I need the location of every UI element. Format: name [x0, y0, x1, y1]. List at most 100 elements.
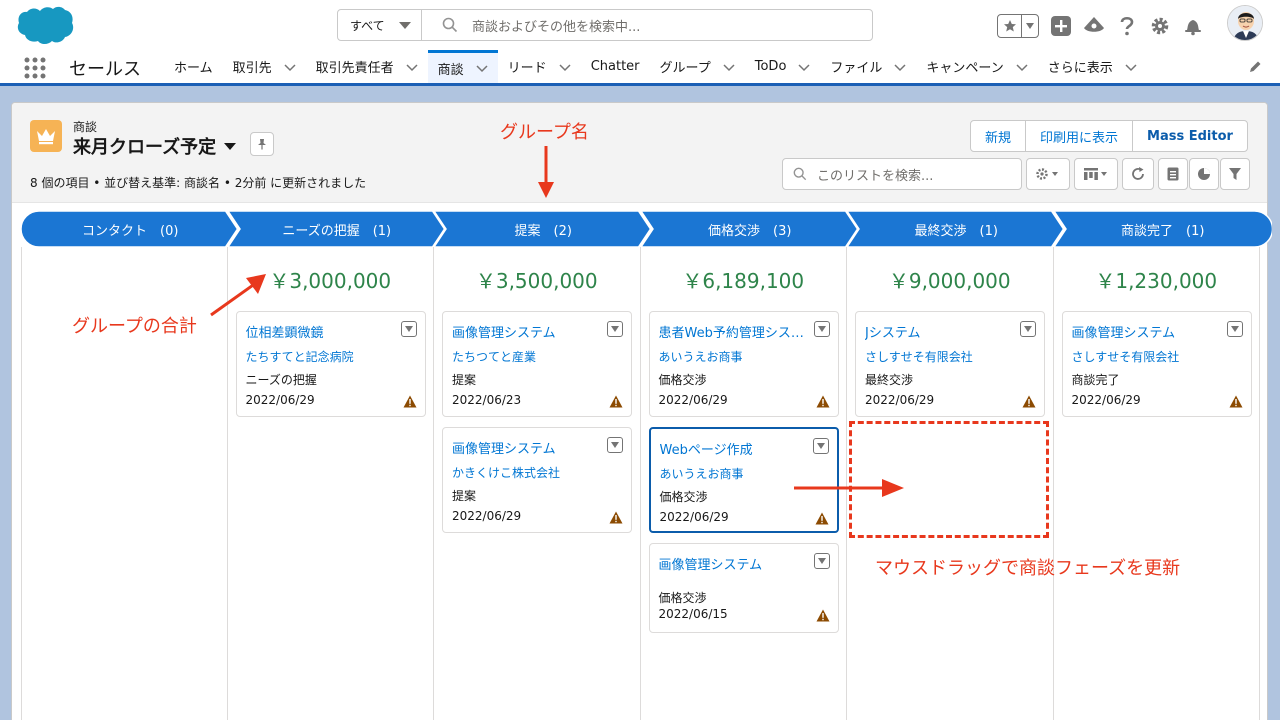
- account-name-link[interactable]: さしすせそ有限会社: [865, 348, 973, 365]
- charts-button[interactable]: [1189, 158, 1219, 190]
- filter-button[interactable]: [1220, 158, 1250, 190]
- opportunity-name-link[interactable]: 画像管理システム: [452, 322, 602, 341]
- chevron-down-icon[interactable]: [1125, 61, 1137, 73]
- card-menu-button[interactable]: [1020, 321, 1036, 337]
- user-avatar[interactable]: [1227, 5, 1263, 41]
- group-total-amount: ￥3,500,000: [475, 269, 598, 293]
- opportunity-card[interactable]: 画像管理システム たちつてと産業 提案 2022/06/23: [442, 311, 632, 417]
- global-search[interactable]: すべて 商談およびその他を検索中...: [337, 9, 873, 41]
- mass-editor-button[interactable]: Mass Editor: [1133, 121, 1247, 151]
- opportunity-name-link[interactable]: 画像管理システム: [1072, 322, 1222, 341]
- notification-bell-icon: [1185, 20, 1201, 36]
- trailhead-button[interactable]: [1083, 15, 1105, 37]
- stage-chevron[interactable]: ニーズの把握 (1): [227, 211, 447, 247]
- account-name-link[interactable]: あいうえお商事: [659, 348, 743, 365]
- nav-tab[interactable]: 取引先: [223, 50, 306, 83]
- search-scope-dropdown[interactable]: すべて: [338, 10, 422, 40]
- card-menu-button[interactable]: [607, 437, 623, 453]
- list-details-button[interactable]: [1158, 158, 1188, 190]
- stage-chevron[interactable]: 価格交渉 (3): [640, 211, 860, 247]
- nav-tab[interactable]: Chatter: [581, 50, 650, 83]
- opportunity-name-link[interactable]: 位相差顕微鏡: [246, 322, 396, 341]
- nav-tab-label: リード: [507, 61, 547, 76]
- chevron-down-icon: [224, 142, 237, 150]
- nav-tab[interactable]: 商談: [427, 50, 498, 83]
- account-name-link[interactable]: たちすてと記念病院: [246, 348, 354, 365]
- nav-tab[interactable]: リード: [498, 50, 581, 83]
- nav-tab[interactable]: ToDo: [745, 50, 821, 83]
- add-icon: [1051, 16, 1071, 36]
- app-launcher-icon[interactable]: [24, 57, 46, 79]
- opportunity-card[interactable]: 位相差顕微鏡 たちすてと記念病院 ニーズの把握 2022/06/29: [235, 311, 426, 417]
- display-as-button[interactable]: [1074, 158, 1118, 190]
- card-menu-button[interactable]: [607, 321, 623, 337]
- stage-chevron[interactable]: 商談完了 (1): [1053, 211, 1272, 247]
- opportunity-name-link[interactable]: 画像管理システム: [452, 438, 602, 457]
- kanban-column: ￥3,500,000 画像管理システム たちつてと産業 提案 2022/06/23 画像管…: [434, 247, 641, 720]
- opportunity-card[interactable]: 画像管理システム さしすせそ有限会社 商談完了 2022/06/29: [1061, 311, 1252, 417]
- stage-chevron[interactable]: 提案 (2): [434, 211, 653, 247]
- card-close-date: 2022/06/23: [452, 393, 522, 407]
- salesforce-logo-icon[interactable]: [16, 5, 74, 45]
- card-menu-button[interactable]: [1226, 321, 1243, 337]
- card-stage: 最終交渉: [865, 373, 914, 387]
- chevron-down-icon[interactable]: [476, 62, 488, 74]
- warning-icon: [816, 395, 829, 408]
- drop-target-zone[interactable]: [849, 421, 1049, 538]
- pin-list-view-button[interactable]: [250, 132, 274, 156]
- opportunity-name-link[interactable]: Jシステム: [865, 322, 1015, 341]
- chevron-down-icon[interactable]: [894, 61, 906, 73]
- opportunity-name-link[interactable]: Webページ作成: [660, 439, 810, 458]
- favorites-button[interactable]: [997, 14, 1039, 38]
- annotation-arrow-down-icon: [538, 146, 554, 198]
- list-search-placeholder: このリストを検索...: [817, 168, 934, 184]
- opportunity-name-link[interactable]: 画像管理システム: [659, 554, 809, 573]
- nav-tab[interactable]: キャンペーン: [916, 50, 1037, 83]
- nav-tab[interactable]: ホーム: [164, 50, 223, 83]
- global-header: すべて 商談およびその他を検索中...: [0, 0, 1280, 50]
- chevron-down-icon[interactable]: [723, 61, 735, 73]
- notifications-button[interactable]: [1182, 15, 1204, 37]
- global-add-button[interactable]: [1050, 15, 1072, 37]
- search-input[interactable]: 商談およびその他を検索中...: [472, 16, 640, 35]
- chevron-down-icon: [816, 443, 825, 449]
- stage-label: コンタクト (0): [82, 223, 179, 239]
- list-view-selector[interactable]: 来月クローズ予定: [73, 133, 237, 159]
- opportunity-card[interactable]: 患者Web予約管理システム あいうえお商事 価格交渉 2022/06/29: [648, 311, 839, 417]
- chevron-down-icon[interactable]: [798, 61, 810, 73]
- printable-view-button[interactable]: 印刷用に表示: [1026, 121, 1134, 151]
- favorites-star-icon[interactable]: [1003, 19, 1017, 33]
- chevron-down-icon[interactable]: [1016, 61, 1028, 73]
- list-settings-button[interactable]: [1026, 158, 1070, 190]
- opportunity-card[interactable]: Jシステム さしすせそ有限会社 最終交渉 2022/06/29: [855, 311, 1045, 417]
- nav-tab[interactable]: ファイル: [820, 50, 916, 83]
- favorites-chevron-icon[interactable]: [1025, 22, 1035, 30]
- card-menu-button[interactable]: [813, 553, 830, 569]
- filter-icon: [1229, 168, 1241, 180]
- chevron-down-icon[interactable]: [284, 61, 296, 73]
- nav-tab[interactable]: さらに表示: [1038, 50, 1147, 83]
- card-menu-button[interactable]: [400, 321, 417, 337]
- chevron-down-icon[interactable]: [559, 61, 571, 73]
- refresh-icon: [1132, 167, 1144, 180]
- help-button[interactable]: [1116, 15, 1138, 37]
- setup-button[interactable]: [1149, 15, 1171, 37]
- nav-tab[interactable]: グループ: [650, 50, 745, 83]
- account-name-link[interactable]: あいうえお商事: [660, 465, 744, 482]
- stage-chevron[interactable]: コンタクト (0): [21, 211, 240, 247]
- opportunity-card[interactable]: 画像管理システム 価格交渉 2022/06/15: [648, 543, 839, 633]
- nav-tab[interactable]: 取引先責任者: [306, 50, 428, 83]
- list-search-input[interactable]: このリストを検索...: [782, 158, 1022, 190]
- card-menu-button[interactable]: [813, 321, 830, 337]
- card-menu-button[interactable]: [812, 438, 829, 454]
- chevron-down-icon[interactable]: [406, 61, 418, 73]
- edit-nav-pencil-icon[interactable]: [1248, 60, 1262, 74]
- account-name-link[interactable]: かきくけこ株式会社: [452, 464, 560, 481]
- account-name-link[interactable]: たちつてと産業: [452, 348, 536, 365]
- opportunity-name-link[interactable]: 患者Web予約管理システム: [659, 322, 809, 341]
- account-name-link[interactable]: さしすせそ有限会社: [1072, 348, 1180, 365]
- new-button[interactable]: 新規: [971, 121, 1027, 151]
- opportunity-card[interactable]: 画像管理システム かきくけこ株式会社 提案 2022/06/29: [442, 427, 632, 533]
- stage-chevron[interactable]: 最終交渉 (1): [847, 211, 1066, 247]
- refresh-button[interactable]: [1122, 158, 1154, 190]
